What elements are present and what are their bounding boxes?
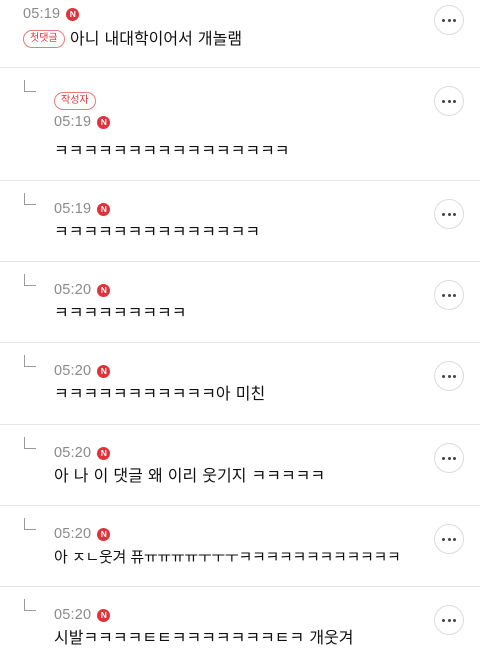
comment-time: 05:20 — [54, 445, 92, 461]
more-horizontal-icon — [442, 99, 445, 103]
comment-reply: 05:20 N 아 나 이 댓글 왜 이리 웃기지 ㅋㅋㅋㅋㅋ — [0, 425, 480, 506]
comment-time: 05:19 — [23, 6, 61, 22]
reply-arrow-icon — [24, 437, 36, 449]
comment-meta: 05:20 N — [54, 443, 111, 463]
comment-time: 05:20 — [54, 363, 92, 379]
comment-text: 아 ㅈㄴ웃겨 퓨ㅠㅠㅠㅠㅜㅜㅜㅋㅋㅋㅋㅋㅋㅋㅋㅋㅋㅋㅋ — [54, 548, 401, 566]
new-badge-icon: N — [97, 364, 111, 378]
reply-arrow-icon — [24, 518, 36, 530]
comment-time: 05:19 — [54, 201, 92, 217]
new-badge-icon: N — [97, 446, 111, 460]
comment-meta: 05:20 N — [54, 280, 111, 300]
new-badge-icon: N — [97, 527, 111, 541]
comment-reply: 05:19 N ㅋㅋㅋㅋㅋㅋㅋㅋㅋㅋㅋㅋㅋㅋ — [0, 181, 480, 262]
comment-text: ㅋㅋㅋㅋㅋㅋㅋㅋㅋㅋㅋ아 미친 — [54, 384, 266, 403]
comment-meta: 05:19 N — [54, 112, 111, 132]
comment-meta: 05:20 N — [54, 361, 111, 381]
reply-arrow-icon — [24, 599, 36, 611]
more-horizontal-icon — [442, 618, 445, 622]
comment-meta: 05:19 N — [23, 4, 80, 24]
comment-meta: 05:20 N — [54, 524, 111, 544]
more-options-button[interactable] — [434, 199, 464, 229]
first-comment-tag: 첫댓글 — [23, 30, 65, 48]
more-horizontal-icon — [442, 456, 445, 460]
comment-time: 05:20 — [54, 282, 92, 298]
more-horizontal-icon — [442, 293, 445, 297]
comment-reply: 05:20 N 시발ㅋㅋㅋㅋㅌㅌㅋㅋㅋㅋㅋㅋㅋㅌㅋ 개웃겨 — [0, 587, 480, 652]
comment-text: ㅋㅋㅋㅋㅋㅋㅋㅋㅋ — [54, 303, 187, 322]
comment-item: 05:19 N 첫댓글 아니 내대학이어서 개놀램 — [0, 0, 480, 68]
comment-text: ㅋㅋㅋㅋㅋㅋㅋㅋㅋㅋㅋㅋㅋㅋㅋㅋ — [54, 141, 290, 160]
comment-meta: 05:20 N — [54, 605, 111, 625]
more-options-button[interactable] — [434, 605, 464, 635]
more-options-button[interactable] — [434, 86, 464, 116]
more-options-button[interactable] — [434, 361, 464, 391]
comment-time: 05:20 — [54, 607, 92, 623]
more-horizontal-icon — [442, 374, 445, 378]
new-badge-icon: N — [97, 202, 111, 216]
more-horizontal-icon — [442, 18, 445, 22]
comment-meta: 05:19 N — [54, 199, 111, 219]
reply-arrow-icon — [24, 274, 36, 286]
new-badge-icon: N — [97, 608, 111, 622]
comment-text: 아 나 이 댓글 왜 이리 웃기지 ㅋㅋㅋㅋㅋ — [54, 466, 326, 485]
comment-reply: 05:20 N ㅋㅋㅋㅋㅋㅋㅋㅋㅋ — [0, 262, 480, 343]
comment-reply: 작성자 05:19 N ㅋㅋㅋㅋㅋㅋㅋㅋㅋㅋㅋㅋㅋㅋㅋㅋ — [0, 68, 480, 181]
comment-text: 아니 내대학이어서 개놀램 — [70, 29, 243, 48]
more-options-button[interactable] — [434, 280, 464, 310]
comment-text: ㅋㅋㅋㅋㅋㅋㅋㅋㅋㅋㅋㅋㅋㅋ — [54, 222, 261, 241]
more-options-button[interactable] — [434, 443, 464, 473]
comment-time: 05:19 — [54, 114, 92, 130]
reply-arrow-icon — [24, 193, 36, 205]
comment-time: 05:20 — [54, 526, 92, 542]
more-options-button[interactable] — [434, 5, 464, 35]
more-horizontal-icon — [442, 537, 445, 541]
comment-reply: 05:20 N 아 ㅈㄴ웃겨 퓨ㅠㅠㅠㅠㅜㅜㅜㅋㅋㅋㅋㅋㅋㅋㅋㅋㅋㅋㅋ — [0, 506, 480, 587]
reply-arrow-icon — [24, 80, 36, 92]
more-horizontal-icon — [442, 212, 445, 216]
comment-text: 시발ㅋㅋㅋㅋㅌㅌㅋㅋㅋㅋㅋㅋㅋㅌㅋ 개웃겨 — [54, 628, 354, 647]
new-badge-icon: N — [66, 7, 80, 21]
comment-reply: 05:20 N ㅋㅋㅋㅋㅋㅋㅋㅋㅋㅋㅋ아 미친 — [0, 343, 480, 425]
author-tag: 작성자 — [54, 92, 96, 110]
more-options-button[interactable] — [434, 524, 464, 554]
new-badge-icon: N — [97, 115, 111, 129]
reply-arrow-icon — [24, 355, 36, 367]
new-badge-icon: N — [97, 283, 111, 297]
